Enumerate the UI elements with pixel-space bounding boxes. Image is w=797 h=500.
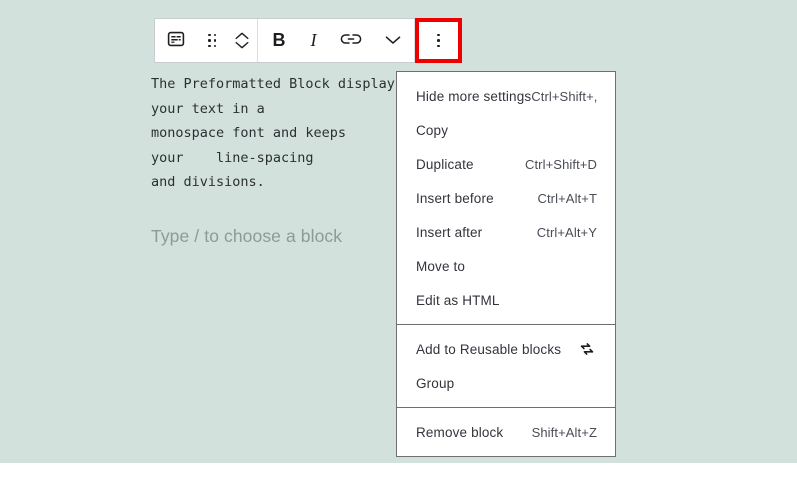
preformatted-block[interactable]: The Preformatted Block display your text… xyxy=(151,72,401,195)
menu-item-move-to[interactable]: Move to xyxy=(397,249,615,283)
menu-item-label: Hide more settings xyxy=(416,89,531,104)
menu-item-group[interactable]: Group xyxy=(397,366,615,400)
preformatted-line[interactable]: The Preformatted Block display xyxy=(151,72,401,97)
menu-item-hide-more-settings[interactable]: Hide more settings Ctrl+Shift+, xyxy=(397,79,615,113)
more-formatting-button[interactable] xyxy=(372,19,414,62)
menu-item-label: Copy xyxy=(416,123,448,138)
link-button[interactable] xyxy=(330,19,372,62)
drag-handle-icon xyxy=(208,34,216,48)
menu-item-duplicate[interactable]: Duplicate Ctrl+Shift+D xyxy=(397,147,615,181)
chevron-down-icon xyxy=(385,33,401,48)
bold-icon: B xyxy=(273,30,286,51)
block-options-menu: Hide more settings Ctrl+Shift+, Copy Dup… xyxy=(396,71,616,457)
menu-group-blocks: Add to Reusable blocks Group xyxy=(397,325,615,407)
block-type-preformatted-button[interactable] xyxy=(155,19,197,62)
menu-item-edit-as-html[interactable]: Edit as HTML xyxy=(397,283,615,317)
menu-item-remove-block[interactable]: Remove block Shift+Alt+Z xyxy=(397,415,615,449)
menu-item-shortcut: Ctrl+Shift+D xyxy=(525,157,597,172)
menu-item-add-to-reusable-blocks[interactable]: Add to Reusable blocks xyxy=(397,332,615,366)
preformatted-line[interactable]: your line-spacing xyxy=(151,146,401,171)
preformatted-line[interactable]: and divisions. xyxy=(151,170,401,195)
block-toolbar: B I xyxy=(154,18,462,63)
menu-item-copy[interactable]: Copy xyxy=(397,113,615,147)
bold-button[interactable]: B xyxy=(258,19,300,62)
link-icon xyxy=(340,31,362,50)
vertical-dots-icon xyxy=(437,34,440,48)
more-options-button[interactable] xyxy=(415,18,462,63)
menu-item-insert-before[interactable]: Insert before Ctrl+Alt+T xyxy=(397,181,615,215)
chevron-up-down-icon xyxy=(235,32,249,49)
move-block-button[interactable] xyxy=(227,19,257,62)
italic-button[interactable]: I xyxy=(300,19,330,62)
menu-item-label: Move to xyxy=(416,259,465,274)
preformatted-line[interactable]: your text in a xyxy=(151,97,401,122)
menu-item-label: Insert after xyxy=(416,225,482,240)
toolbar-block-group xyxy=(155,19,257,62)
drag-handle-button[interactable] xyxy=(197,19,227,62)
menu-group-primary: Hide more settings Ctrl+Shift+, Copy Dup… xyxy=(397,72,615,324)
menu-item-shortcut: Ctrl+Alt+Y xyxy=(537,225,597,240)
menu-item-insert-after[interactable]: Insert after Ctrl+Alt+Y xyxy=(397,215,615,249)
menu-item-label: Duplicate xyxy=(416,157,474,172)
menu-item-shortcut: Ctrl+Alt+T xyxy=(537,191,597,206)
menu-item-label: Edit as HTML xyxy=(416,293,500,308)
sync-reusable-icon xyxy=(577,339,597,359)
preformatted-line[interactable]: monospace font and keeps xyxy=(151,121,401,146)
menu-item-label: Group xyxy=(416,376,454,391)
menu-item-shortcut: Shift+Alt+Z xyxy=(532,425,597,440)
menu-item-label: Remove block xyxy=(416,425,503,440)
menu-item-label: Insert before xyxy=(416,191,494,206)
menu-item-shortcut: Ctrl+Shift+, xyxy=(531,89,597,104)
preformatted-block-icon xyxy=(166,29,186,52)
empty-block-placeholder[interactable]: Type / to choose a block xyxy=(151,226,342,247)
editor-canvas: The Preformatted Block display your text… xyxy=(0,0,797,500)
menu-group-destructive: Remove block Shift+Alt+Z xyxy=(397,408,615,456)
toolbar-format-group: B I xyxy=(258,19,414,62)
menu-item-label: Add to Reusable blocks xyxy=(416,342,561,357)
italic-icon: I xyxy=(311,30,317,51)
